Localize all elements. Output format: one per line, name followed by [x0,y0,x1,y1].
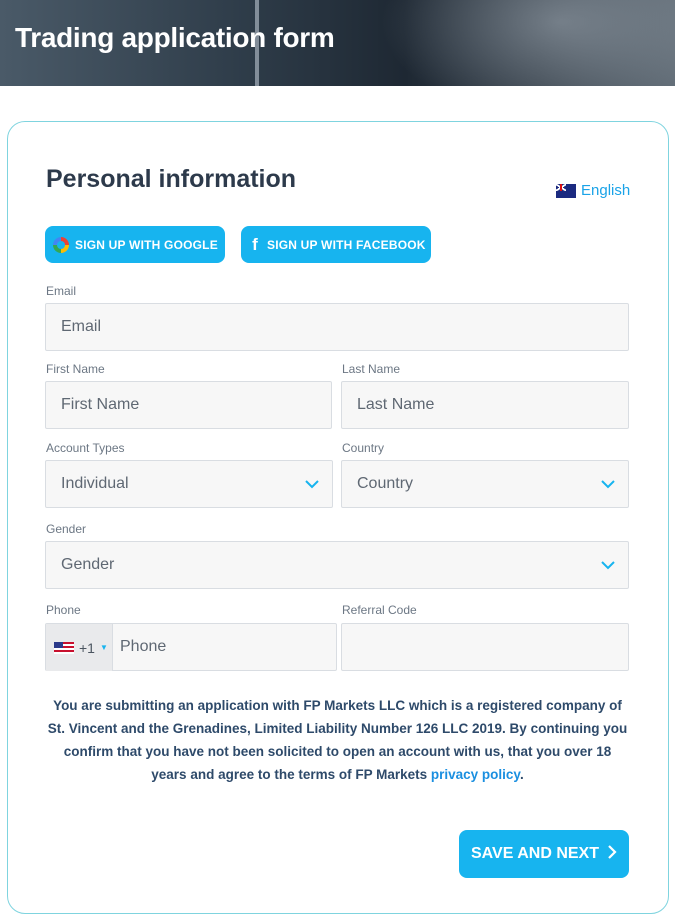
email-placeholder: Email [61,318,102,335]
first-name-label: First Name [46,362,105,376]
first-name-placeholder: First Name [61,396,140,413]
google-icon [53,236,69,253]
chevron-down-icon [600,557,615,571]
facebook-signup-label: SIGN UP WITH FACEBOOK [267,237,426,252]
gender-label: Gender [46,522,87,536]
gender-select[interactable]: Gender [45,541,629,589]
account-type-value: Individual [61,475,129,492]
gender-value: Gender [61,556,115,573]
chevron-right-icon [607,844,617,864]
phone-placeholder: Phone [120,638,167,655]
dial-code-selector[interactable]: +1 ▼ [46,624,113,671]
chevron-down-icon [600,476,615,490]
us-flag-icon [54,641,74,654]
country-label: Country [342,441,385,455]
privacy-policy-link[interactable]: privacy policy [431,767,520,782]
account-types-label: Account Types [46,441,125,455]
referral-code-label: Referral Code [342,603,417,617]
page-title: Trading application form [15,22,335,53]
facebook-signup-button[interactable]: f SIGN UP WITH FACEBOOK [241,226,431,263]
phone-label: Phone [46,603,81,617]
last-name-placeholder: Last Name [357,396,435,413]
country-value: Country [357,475,414,492]
language-selector[interactable]: English [556,182,630,199]
save-and-next-label: SAVE AND NEXT [470,845,599,862]
account-type-select[interactable]: Individual [45,460,333,508]
referral-code-field[interactable] [341,623,629,671]
legal-notice-text: You are submitting an application with F… [47,698,628,782]
legal-notice-end: . [519,767,524,782]
facebook-icon: f [252,234,258,254]
caret-down-icon: ▼ [99,643,108,652]
australia-flag-icon [556,183,576,198]
email-label: Email [46,284,77,298]
section-title: Personal information [46,165,297,193]
chevron-down-icon [304,476,319,490]
first-name-field[interactable]: First Name [45,381,332,429]
legal-notice: You are submitting an application with F… [46,694,629,786]
header-banner: Trading application form [0,0,675,86]
google-signup-label: SIGN UP WITH GOOGLE [75,237,218,252]
save-and-next-button[interactable]: SAVE AND NEXT [459,830,629,878]
country-select[interactable]: Country [341,460,629,508]
last-name-field[interactable]: Last Name [341,381,629,429]
dial-code: +1 [79,639,95,656]
last-name-label: Last Name [342,362,401,376]
google-signup-button[interactable]: SIGN UP WITH GOOGLE [45,226,225,263]
email-field[interactable]: Email [45,303,629,351]
language-label: English [581,182,631,199]
